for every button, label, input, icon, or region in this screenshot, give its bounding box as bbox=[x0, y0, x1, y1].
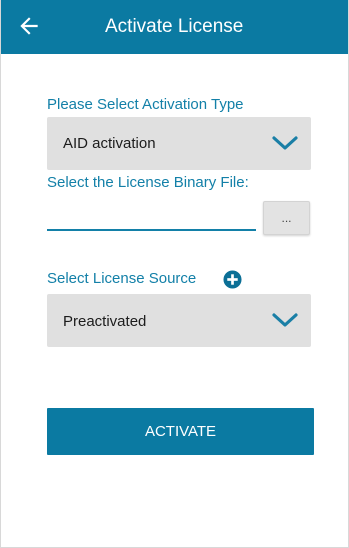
license-source-dropdown[interactable]: Preactivated bbox=[47, 294, 311, 347]
browse-file-button[interactable]: ... bbox=[263, 201, 310, 235]
chevron-down-icon bbox=[272, 136, 298, 150]
back-button[interactable] bbox=[11, 8, 47, 44]
license-file-input[interactable] bbox=[47, 203, 256, 231]
page-title: Activate License bbox=[105, 16, 244, 37]
license-source-value: Preactivated bbox=[63, 313, 147, 330]
activation-type-value: AID activation bbox=[63, 135, 156, 152]
activate-button[interactable]: ACTIVATE bbox=[47, 408, 314, 455]
chevron-down-icon bbox=[272, 313, 298, 327]
license-file-label: Select the License Binary File: bbox=[47, 174, 249, 191]
license-source-label: Select License Source bbox=[47, 270, 197, 287]
plus-circle-icon[interactable] bbox=[223, 270, 242, 289]
activate-license-screen: Activate License Please Select Activatio… bbox=[0, 0, 349, 548]
arrow-left-icon bbox=[20, 17, 38, 35]
app-bar: Activate License bbox=[1, 0, 348, 54]
activation-type-dropdown[interactable]: AID activation bbox=[47, 117, 311, 170]
activation-type-label: Please Select Activation Type bbox=[47, 96, 244, 113]
